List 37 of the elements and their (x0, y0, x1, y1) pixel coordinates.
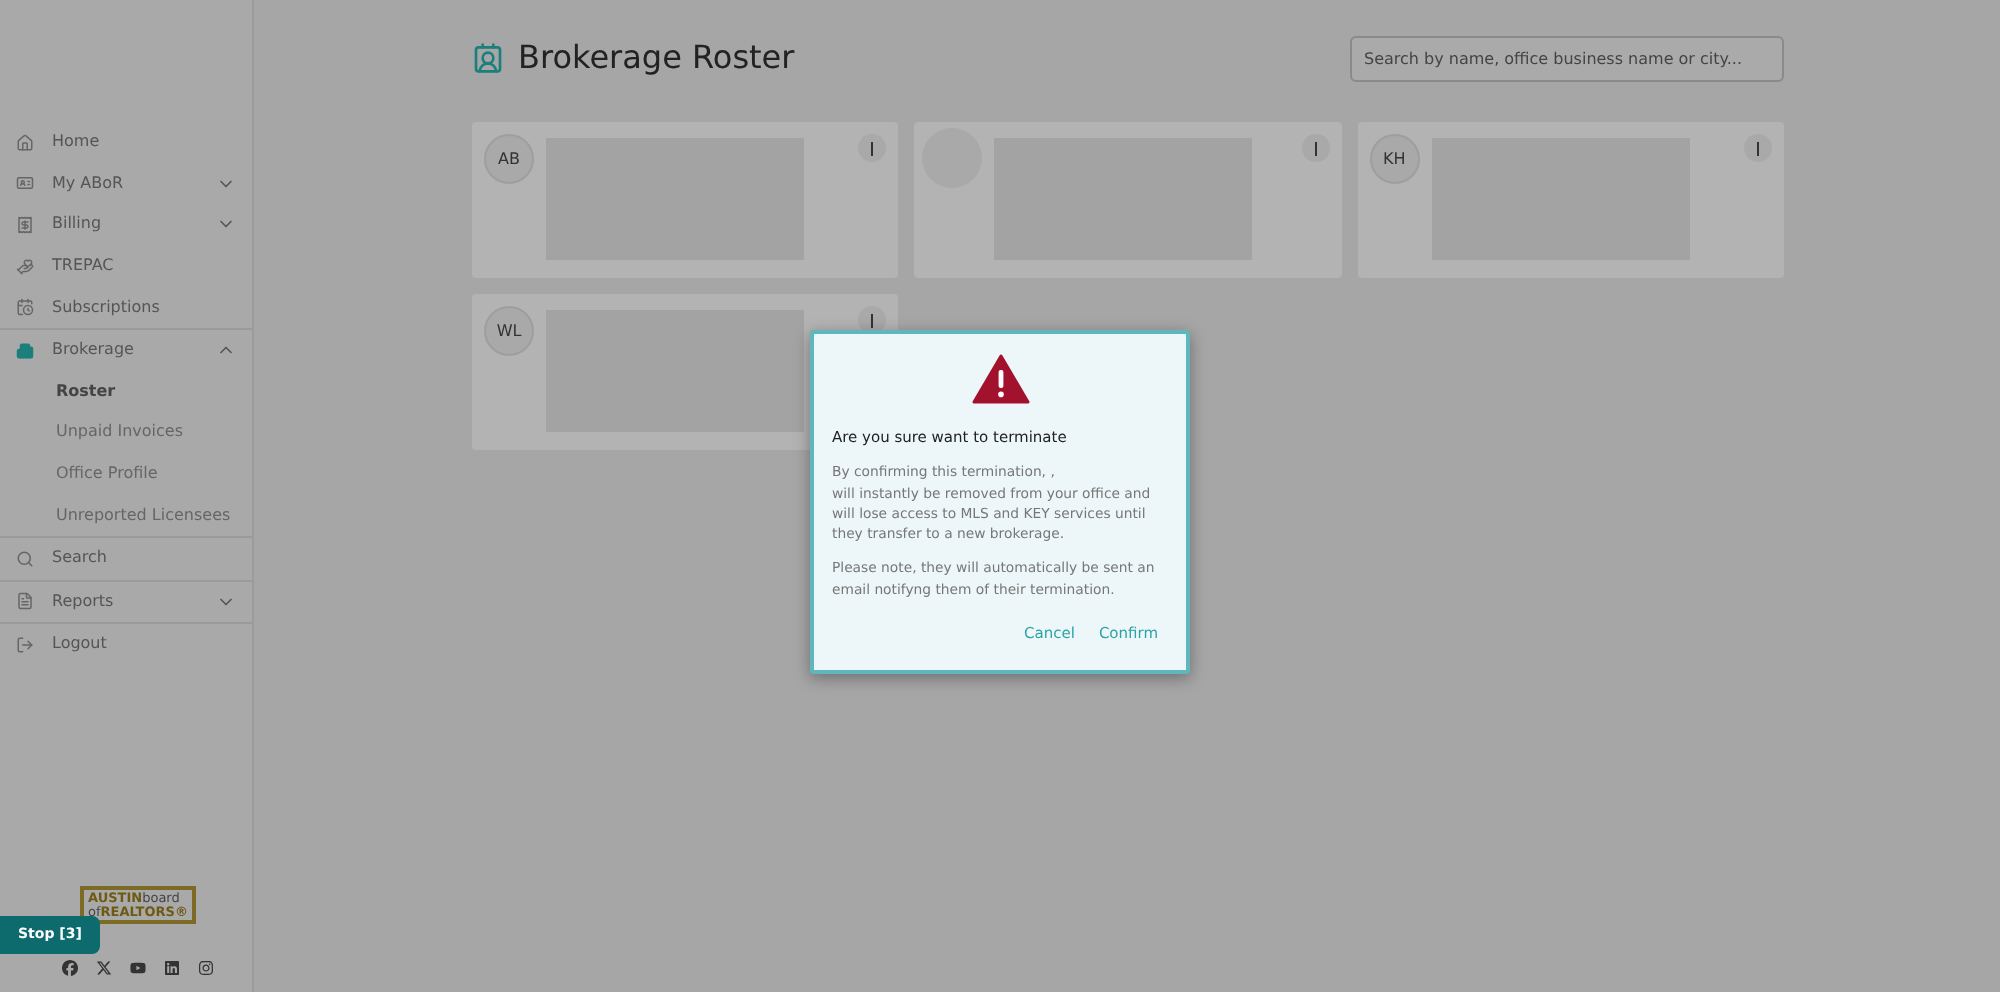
x-icon[interactable] (96, 960, 112, 976)
submenu-item[interactable]: Unpaid Invoices (0, 412, 252, 454)
document-icon (16, 592, 34, 611)
sidebar-item[interactable]: Subscriptions (0, 286, 252, 328)
sidebar-item[interactable]: Search (0, 537, 252, 580)
building-icon (16, 341, 34, 360)
youtube-icon[interactable] (130, 960, 146, 976)
id-card-icon (16, 174, 34, 193)
avatar: AB (484, 134, 534, 184)
instagram-icon[interactable] (198, 960, 214, 976)
avatar: WL (484, 306, 534, 356)
sidebar-item[interactable]: Reports (0, 581, 252, 623)
search-field[interactable]: Search by name, office business name or city... (1350, 35, 1784, 81)
logout-icon (16, 635, 34, 654)
more-button[interactable] (1743, 134, 1772, 162)
sidebar-item[interactable]: Brokerage (0, 329, 252, 372)
sidebar-item[interactable]: Logout (0, 624, 252, 666)
sidebar-item[interactable]: TREPAC (0, 245, 252, 287)
receipt-icon (16, 215, 34, 234)
more-button[interactable] (858, 134, 887, 162)
sidebar-item[interactable]: My ABoR (0, 163, 252, 205)
home-icon (16, 133, 34, 152)
submenu-item[interactable]: Office Profile (0, 453, 252, 495)
submenu-item[interactable]: Roster (0, 371, 252, 413)
more-button[interactable] (1301, 134, 1330, 162)
submenu-item[interactable]: Unreported Licensees (0, 494, 252, 536)
avatar: KH (1369, 134, 1420, 184)
contact-book-icon (472, 42, 504, 74)
facebook-icon[interactable] (62, 960, 78, 976)
warning-icon (971, 354, 1029, 404)
sidebar-item[interactable]: Billing (0, 204, 252, 246)
page-title: Brokerage Roster (518, 36, 795, 80)
sidebar-item[interactable]: Home (0, 122, 252, 164)
hand-icon (16, 257, 34, 276)
linkedin-icon[interactable] (164, 960, 180, 976)
calendar-icon (16, 298, 34, 317)
search-icon (16, 549, 34, 568)
